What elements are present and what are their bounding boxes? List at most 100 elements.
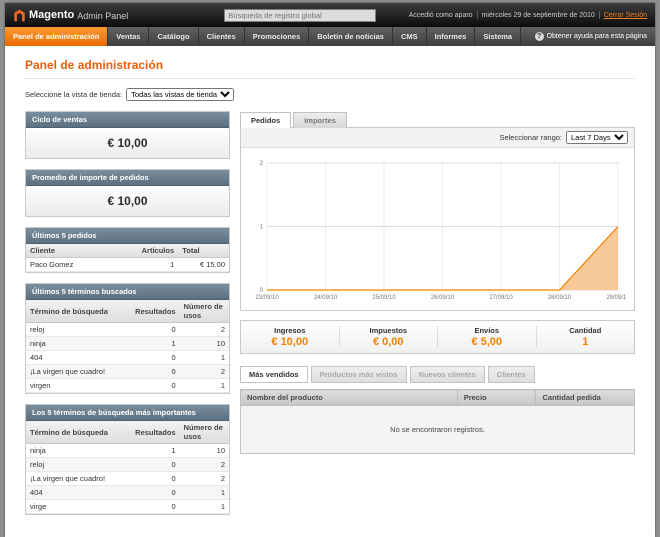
column-header: Término de búsqueda [26,421,131,444]
browser-frame: Magento Admin Panel Accedió como aparo m… [0,0,660,537]
svg-text:25/09/10: 25/09/10 [372,295,396,301]
svg-text:29/09/10: 29/09/10 [606,295,626,301]
box-title: Los 5 términos de búsqueda más important… [26,405,229,421]
range-select[interactable]: Last 7 Days [566,131,628,144]
store-view-select[interactable]: Todas las vistas de tienda [126,88,234,101]
table-cell: ¡La virgen que cuadro! [26,472,131,486]
dashboard-columns: Ciclo de ventas € 10,00 Promedio de impo… [25,111,635,525]
content-area: Panel de administración Seleccione la vi… [5,46,655,537]
table-row[interactable]: ninja110 [26,337,229,351]
magento-logo-icon [13,9,26,22]
table-row[interactable]: 40401 [26,486,229,500]
table-cell: 0 [131,486,179,500]
nav-item-clientes[interactable]: Clientes [199,27,245,46]
tab-most-viewed[interactable]: Productos más vistos [311,366,407,383]
table-header-row: Término de búsqueda Resultados Número de… [26,421,229,444]
tab-customers[interactable]: Clientes [488,366,535,383]
bestsellers-grid: Nombre del producto Precio Cantidad pedi… [240,389,635,454]
total-quantity: Cantidad 1 [536,326,635,348]
total-label: Cantidad [537,326,635,335]
top-search-table: Término de búsqueda Resultados Número de… [26,421,229,514]
table-cell: 1 [131,337,179,351]
table-body: Paco Gomez1€ 15.00 [26,258,229,272]
nav-item-promociones[interactable]: Promociones [245,27,310,46]
tab-new-customers[interactable]: Nuevos clientes [410,366,485,383]
table-cell: 404 [26,486,131,500]
svg-text:0: 0 [260,288,264,294]
average-orders-box: Promedio de importe de pedidos € 10,00 [25,169,230,217]
table-cell: € 15.00 [178,258,229,272]
column-header: Término de búsqueda [26,300,131,323]
svg-text:2: 2 [260,161,264,167]
box-title: Últimos 5 pedidos [26,228,229,244]
table-cell: 0 [131,500,179,514]
nav-item-sistema[interactable]: Sistema [475,27,521,46]
column-header[interactable]: Nombre del producto [241,390,458,406]
main-column: Pedidos Importes Seleccionar rango: Last… [240,111,635,454]
total-revenue: Ingresos € 10,00 [241,326,339,348]
main-navigation: Panel de administración Ventas Catálogo … [5,27,655,46]
table-cell: 0 [131,323,179,337]
table-row[interactable]: virgen01 [26,379,229,393]
table-header-row: Nombre del producto Precio Cantidad pedi… [241,390,635,406]
table-cell: 1 [180,379,229,393]
table-cell: 1 [138,258,179,272]
empty-row: No se encontraron registros. [241,406,635,454]
help-link[interactable]: ? Obtener ayuda para esta página [535,27,655,46]
table-header-row: Cliente Artículos Total [26,244,229,258]
magento-admin-page: Magento Admin Panel Accedió como aparo m… [5,3,655,537]
svg-text:28/09/10: 28/09/10 [548,295,572,301]
help-icon: ? [535,32,544,41]
tab-orders[interactable]: Pedidos [240,112,291,128]
average-orders-value: € 10,00 [26,186,229,216]
total-label: Envíos [438,326,536,335]
tab-bestsellers[interactable]: Más vendidos [240,366,308,383]
table-row[interactable]: ¡La virgen que cuadro!02 [26,472,229,486]
global-search-input[interactable] [224,9,376,22]
chart-area: 23/09/1024/09/1025/09/1026/09/1027/09/10… [241,148,634,310]
logout-link[interactable]: Cerrar Sesión [604,12,647,19]
svg-text:1: 1 [260,225,264,231]
nav-item-boletin[interactable]: Boletín de noticias [309,27,393,46]
svg-text:27/09/10: 27/09/10 [489,295,513,301]
table-cell: 0 [131,458,179,472]
table-row[interactable]: reloj02 [26,323,229,337]
table-row[interactable]: virge01 [26,500,229,514]
last-5-orders-box: Últimos 5 pedidos Cliente Artículos Tota… [25,227,230,273]
table-cell: 0 [131,365,179,379]
total-value: € 5,00 [438,336,536,348]
nav-item-cms[interactable]: CMS [393,27,427,46]
nav-item-ventas[interactable]: Ventas [108,27,149,46]
total-label: Ingresos [241,326,339,335]
range-label: Seleccionar rango: [499,133,562,142]
table-row[interactable]: reloj02 [26,458,229,472]
divider [477,11,478,19]
chart-tabs: Pedidos Importes [240,111,635,127]
table-cell: 2 [180,365,229,379]
table-row[interactable]: ¡La virgen que cuadro!02 [26,365,229,379]
column-header[interactable]: Cantidad pedida [536,390,635,406]
nav-item-dashboard[interactable]: Panel de administración [5,27,108,46]
totals-bar: Ingresos € 10,00 Impuestos € 0,00 Envíos… [240,320,635,354]
table-row[interactable]: 40401 [26,351,229,365]
total-value: 1 [537,336,635,348]
table-cell: reloj [26,323,131,337]
lifetime-sales-value: € 10,00 [26,128,229,158]
table-cell: 0 [131,351,179,365]
nav-item-informes[interactable]: Informes [427,27,476,46]
column-header: Artículos [138,244,179,258]
empty-message: No se encontraron registros. [241,406,635,454]
tab-amounts[interactable]: Importes [293,112,347,128]
column-header: Cliente [26,244,138,258]
nav-item-catalogo[interactable]: Catálogo [149,27,198,46]
table-body: reloj02ninja11040401¡La virgen que cuadr… [26,323,229,393]
current-date: miércoles 29 de septiembre de 2010 [482,12,595,19]
table-cell: 404 [26,351,131,365]
page-title: Panel de administración [25,58,635,72]
column-header[interactable]: Precio [457,390,536,406]
table-row[interactable]: ninja110 [26,444,229,458]
svg-text:26/09/10: 26/09/10 [431,295,455,301]
table-body: ninja110reloj02¡La virgen que cuadro!024… [26,444,229,514]
table-cell: 10 [180,444,229,458]
table-row[interactable]: Paco Gomez1€ 15.00 [26,258,229,272]
